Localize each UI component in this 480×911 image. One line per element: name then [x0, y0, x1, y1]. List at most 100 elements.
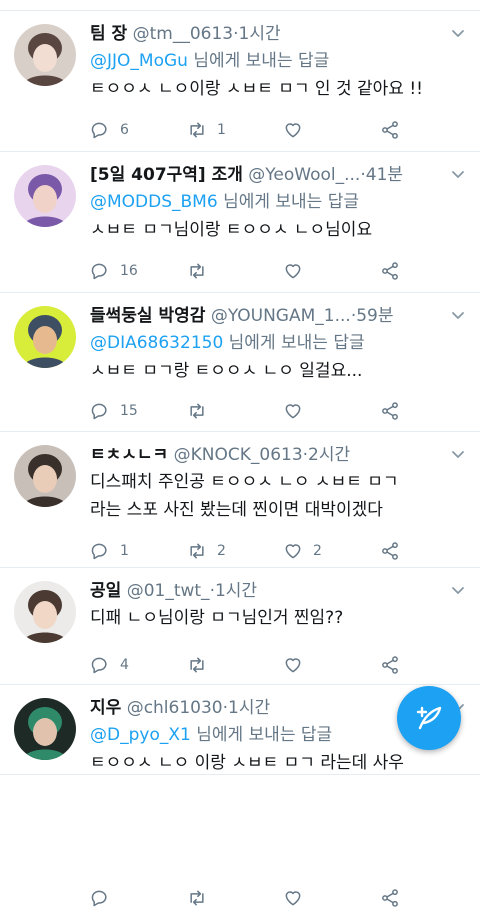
reply-count: 4: [120, 657, 129, 673]
reply-count: 6: [120, 122, 129, 138]
heart-icon: [283, 401, 303, 421]
reply-context-label: 님에게 보내는 답글: [223, 333, 365, 353]
compose-tweet-button[interactable]: [397, 686, 461, 750]
reply-mention-link[interactable]: @MODDS_BM6: [90, 192, 218, 212]
reply-icon: [90, 261, 110, 281]
chevron-down-icon[interactable]: [450, 307, 466, 323]
retweet-button[interactable]: [187, 652, 217, 678]
tweet-header: 공일 @01_twt_·1시간: [90, 578, 466, 604]
like-button[interactable]: [283, 117, 313, 143]
tweet-content: 들썩둥실 박영감 @YOUNGAM_1...·59분 @DIA68632150 님…: [90, 303, 466, 385]
heart-icon: [283, 120, 303, 140]
timestamp[interactable]: 1시간: [239, 24, 281, 44]
retweet-count: 2: [217, 543, 226, 559]
reply-button[interactable]: 6: [90, 117, 129, 143]
retweet-button[interactable]: 1: [187, 117, 226, 143]
tweet[interactable]: ㅌㅊㅅㄴㅋ @KNOCK_0613·2시간 디스패치 주인공 ㅌㅇㅇㅅ ㄴㅇ ㅅㅂ…: [0, 432, 480, 568]
share-button[interactable]: [380, 398, 400, 424]
avatar[interactable]: [14, 165, 76, 227]
user-handle[interactable]: @chl61030: [127, 698, 223, 718]
retweet-button[interactable]: [187, 398, 217, 424]
reply-icon: [90, 541, 110, 561]
tweet[interactable]: 들썩둥실 박영감 @YOUNGAM_1...·59분 @DIA68632150 님…: [0, 293, 480, 432]
reply-mention-link[interactable]: @JJO_MoGu: [90, 51, 188, 71]
like-button[interactable]: [283, 398, 313, 424]
timestamp[interactable]: 1시간: [215, 581, 257, 601]
display-name[interactable]: 들썩둥실 박영감: [90, 306, 205, 326]
share-button[interactable]: [380, 117, 400, 143]
retweet-button[interactable]: 2: [187, 538, 226, 564]
tweet[interactable]: 팀 장 @tm__0613·1시간 @JJO_MoGu 님에게 보내는 답글 ㅌㅇㅇ…: [0, 11, 480, 152]
display-name[interactable]: 공일: [90, 581, 121, 601]
tweet-content: 팀 장 @tm__0613·1시간 @JJO_MoGu 님에게 보내는 답글 ㅌㅇㅇ…: [90, 21, 466, 103]
reply-button[interactable]: 1: [90, 538, 129, 564]
chevron-down-icon[interactable]: [450, 25, 466, 41]
display-name[interactable]: 팀 장: [90, 24, 127, 44]
user-handle[interactable]: @YeoWool_...: [248, 165, 360, 185]
display-name[interactable]: 지우: [90, 698, 121, 718]
like-button[interactable]: [283, 652, 313, 678]
user-handle[interactable]: @KNOCK_0613: [174, 445, 303, 465]
tweet[interactable]: [5일 407구역] 조개 @YeoWool_...·41분 @MODDS_BM6…: [0, 152, 480, 293]
user-handle[interactable]: @tm__0613: [133, 24, 234, 44]
avatar[interactable]: [14, 306, 76, 368]
timestamp[interactable]: 2시간: [308, 445, 350, 465]
share-button[interactable]: [380, 652, 400, 678]
timestamp[interactable]: 1시간: [228, 698, 270, 718]
chevron-down-icon[interactable]: [450, 166, 466, 182]
tweet-content: 공일 @01_twt_·1시간 디패 ㄴㅇ님이랑 ㅁㄱ님인거 찐임??: [90, 578, 466, 632]
share-button[interactable]: [380, 538, 400, 564]
like-count: 2: [313, 543, 322, 559]
share-button[interactable]: [380, 258, 400, 284]
avatar[interactable]: [14, 581, 76, 643]
reply-mention-link[interactable]: @D_pyo_X1: [90, 725, 191, 745]
reply-button[interactable]: 16: [90, 258, 138, 284]
like-button[interactable]: [283, 258, 313, 284]
retweet-button[interactable]: [187, 258, 217, 284]
tweet-header: 팀 장 @tm__0613·1시간: [90, 21, 466, 47]
chevron-down-icon[interactable]: [450, 582, 466, 598]
tweet-list: 팀 장 @tm__0613·1시간 @JJO_MoGu 님에게 보내는 답글 ㅌㅇㅇ…: [0, 11, 480, 907]
avatar[interactable]: [14, 698, 76, 760]
timestamp[interactable]: 59분: [356, 306, 393, 326]
retweet-icon: [187, 261, 207, 281]
retweet-button[interactable]: [187, 885, 217, 911]
share-icon: [380, 655, 400, 675]
reply-button[interactable]: 15: [90, 398, 138, 424]
reply-icon: [90, 401, 110, 421]
like-button[interactable]: [283, 885, 313, 911]
retweet-icon: [187, 655, 207, 675]
tweet-text: ㅌㅇㅇㅅ ㄴㅇ이랑 ㅅㅂㅌ ㅁㄱ 인 것 같아요 !!: [90, 79, 423, 99]
heart-icon: [283, 888, 303, 908]
tweet-header: [5일 407구역] 조개 @YeoWool_...·41분: [90, 162, 466, 188]
reply-button[interactable]: 4: [90, 652, 129, 678]
display-name[interactable]: ㅌㅊㅅㄴㅋ: [90, 445, 168, 465]
reply-mention-link[interactable]: @DIA68632150: [90, 333, 223, 353]
tweet[interactable]: 공일 @01_twt_·1시간 디패 ㄴㅇ님이랑 ㅁㄱ님인거 찐임?? 4: [0, 568, 480, 685]
reply-icon: [90, 655, 110, 675]
share-icon: [380, 261, 400, 281]
user-handle[interactable]: @01_twt_: [127, 581, 210, 601]
user-handle[interactable]: @YOUNGAM_1...: [211, 306, 351, 326]
heart-icon: [283, 261, 303, 281]
share-button[interactable]: [380, 885, 400, 911]
tweet-content: [5일 407구역] 조개 @YeoWool_...·41분 @MODDS_BM6…: [90, 162, 466, 244]
reply-button[interactable]: [90, 885, 120, 911]
tweet-text: ㅅㅂㅌ ㅁㄱ님이랑 ㅌㅇㅇㅅ ㄴㅇ님이요: [90, 220, 373, 240]
tweet-text: 디스패치 주인공 ㅌㅇㅇㅅ ㄴㅇ ㅅㅂㅌ ㅁㄱ 라는 스포 사진 봤는데 찐이면…: [90, 472, 399, 520]
reply-icon: [90, 888, 110, 908]
compose-tweet-icon: [416, 706, 442, 730]
reply-count: 15: [120, 403, 138, 419]
avatar[interactable]: [14, 445, 76, 507]
tweet-actions: [90, 885, 480, 911]
avatar[interactable]: [14, 24, 76, 86]
timeline: 팀 장 @tm__0613·1시간 @JJO_MoGu 님에게 보내는 답글 ㅌㅇㅇ…: [0, 0, 480, 907]
display-name[interactable]: [5일 407구역] 조개: [90, 165, 243, 185]
reply-context-label: 님에게 보내는 답글: [187, 51, 330, 71]
chevron-down-icon[interactable]: [450, 446, 466, 462]
timestamp[interactable]: 41분: [366, 165, 403, 185]
like-button[interactable]: 2: [283, 538, 322, 564]
reply-context-label: 님에게 보내는 답글: [217, 192, 360, 212]
reply-count: 1: [120, 543, 129, 559]
tweet-actions: 1 2 2: [90, 538, 480, 564]
